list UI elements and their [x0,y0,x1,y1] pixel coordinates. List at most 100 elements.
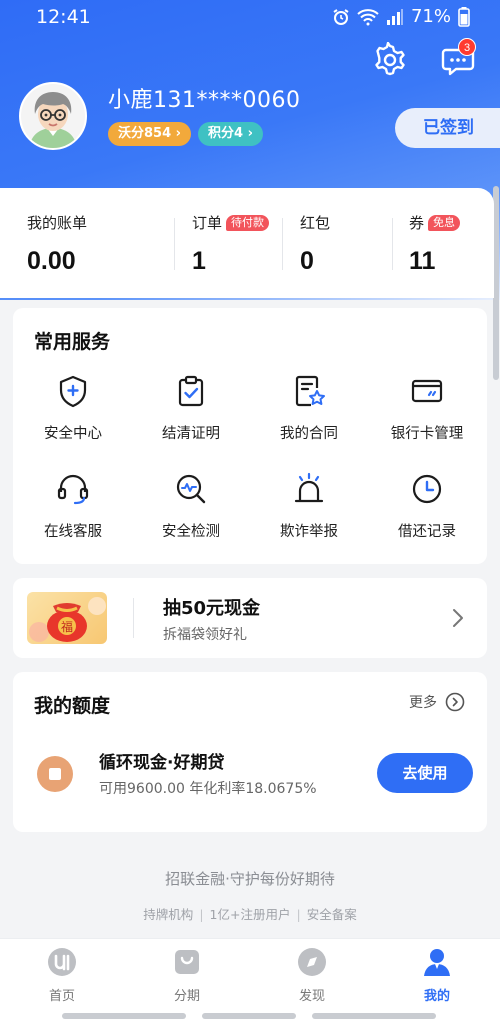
signal-icon [386,8,403,25]
account-order[interactable]: 订单 待付款 1 [192,212,270,276]
my-quota-card: 我的额度 更多 循环现金·好期贷 可用9600.00 年化利率18.0675% … [13,672,487,832]
gear-icon[interactable] [372,42,408,78]
headset-icon [57,474,89,505]
promo-title: 抽50元现金 [163,598,261,619]
status-bar: 12:41 71% [0,0,500,36]
system-navigation-bar [0,1004,500,1028]
clipboard-check-icon [178,375,204,407]
lucky-bag-graphic: 福 [29,597,106,642]
separator: | [296,907,301,922]
nav-home-button[interactable] [202,1013,296,1019]
divider [133,598,134,638]
tab-label: 首页 [48,989,75,1004]
interest-free-badge: 免息 [428,214,461,231]
divider [282,218,283,270]
tab-label: 分期 [173,989,200,1004]
use-button[interactable]: 去使用 [377,753,473,793]
account-summary: 我的账单 0.00 订单 待付款 1 红包 0 券免息 11 [0,188,494,298]
compass-icon [298,948,326,976]
nav-back-button[interactable] [312,1013,436,1019]
lucky-bag-text: 福 [61,619,73,634]
bank-card-icon [411,379,443,403]
user-icon [424,949,450,976]
account-coupon[interactable]: 券免息 11 [409,212,461,276]
home-logo-icon [48,948,76,976]
service-label: 欺诈举报 [280,524,338,540]
nav-recent-button[interactable] [62,1013,186,1019]
scan-pulse-icon [176,474,206,504]
account-bill-value: 0.00 [27,247,76,275]
signin-button[interactable]: 已签到 [395,108,500,148]
tab-label: 发现 [298,989,325,1004]
service-label: 安全中心 [44,426,102,442]
alarm-light-icon [294,472,324,503]
divider [392,218,393,270]
service-label: 银行卡管理 [390,426,464,442]
service-security-center[interactable]: 安全中心 [14,374,132,443]
separator: | [199,907,204,922]
bottom-tab-bar: 首页 分期 发现 我的 [0,938,500,1004]
footer-link-filing[interactable]: 安全备案 [307,907,357,922]
account-coupon-label: 券 [409,214,425,232]
message-badge: 3 [458,38,476,56]
account-coupon-value: 11 [409,247,436,275]
wifi-icon [357,8,379,25]
wo-points-tag[interactable]: 沃分854 › [108,122,192,146]
status-time: 12:41 [36,6,91,28]
contract-star-icon [295,375,325,407]
account-bill[interactable]: 我的账单 0.00 [27,212,87,276]
chevron-circle-right-icon [445,692,465,712]
service-label: 在线客服 [44,524,102,540]
more-link[interactable]: 更多 [409,692,465,712]
promo-banner[interactable]: 福 抽50元现金 拆福袋领好礼 [13,578,487,658]
chevron-right-icon [453,609,463,627]
service-label: 借还记录 [398,524,456,540]
service-my-contract[interactable]: 我的合同 [250,374,368,443]
clock-icon [412,474,442,504]
status-icons: 71% [332,6,470,27]
alarm-icon [333,8,349,25]
battery-percent: 71% [410,6,451,27]
tab-home[interactable]: 首页 [12,947,112,1004]
service-fraud-report[interactable]: 欺诈举报 [250,472,368,541]
battery-icon [458,6,470,27]
ji-points-tag[interactable]: 积分4 › [198,122,263,146]
account-bill-label: 我的账单 [27,214,88,232]
service-settlement-proof[interactable]: 结清证明 [132,374,250,443]
avatar[interactable] [19,82,87,150]
loan-product-title: 循环现金·好期贷 [99,753,225,773]
pending-payment-badge: 待付款 [226,214,270,231]
username: 小鹿131****0060 [108,88,301,113]
service-loan-records[interactable]: 借还记录 [368,472,486,541]
loan-product-details: 可用9600.00 年化利率18.0675% [99,781,317,797]
footer-link-licensed[interactable]: 持牌机构 [143,907,193,922]
cash-loan-icon [37,756,73,792]
quota-title: 我的额度 [34,695,111,717]
tab-discover[interactable]: 发现 [262,947,362,1004]
account-redpacket[interactable]: 红包 0 [300,212,330,276]
footer-slogan: 招联金融·守护每份好期待 [165,870,335,888]
divider [174,218,175,270]
lucky-bag-image: 福 [27,592,107,644]
tab-label: 我的 [423,989,450,1004]
promo-subtitle: 拆福袋领好礼 [163,627,247,643]
account-order-value: 1 [192,247,206,275]
service-bank-card[interactable]: 银行卡管理 [368,374,486,443]
service-security-check[interactable]: 安全检测 [132,472,250,541]
service-online-support[interactable]: 在线客服 [14,472,132,541]
services-title: 常用服务 [34,331,111,353]
service-label: 结清证明 [162,426,220,442]
tab-installment[interactable]: 分期 [137,947,237,1004]
avatar-image [21,84,85,148]
more-label: 更多 [409,695,437,711]
account-redpacket-label: 红包 [300,214,331,232]
common-services-card: 常用服务 安全中心 结清证明 我的合同 银行卡管理 在线客服 安全检测 欺诈举报… [13,308,487,564]
tab-mine[interactable]: 我的 [387,947,487,1004]
bag-icon [175,950,199,974]
account-redpacket-value: 0 [300,247,314,275]
footer-link-users[interactable]: 1亿+注册用户 [210,907,291,922]
service-label: 安全检测 [162,524,220,540]
account-order-label: 订单 [192,214,223,232]
shield-plus-icon [59,375,87,408]
service-label: 我的合同 [280,426,338,442]
